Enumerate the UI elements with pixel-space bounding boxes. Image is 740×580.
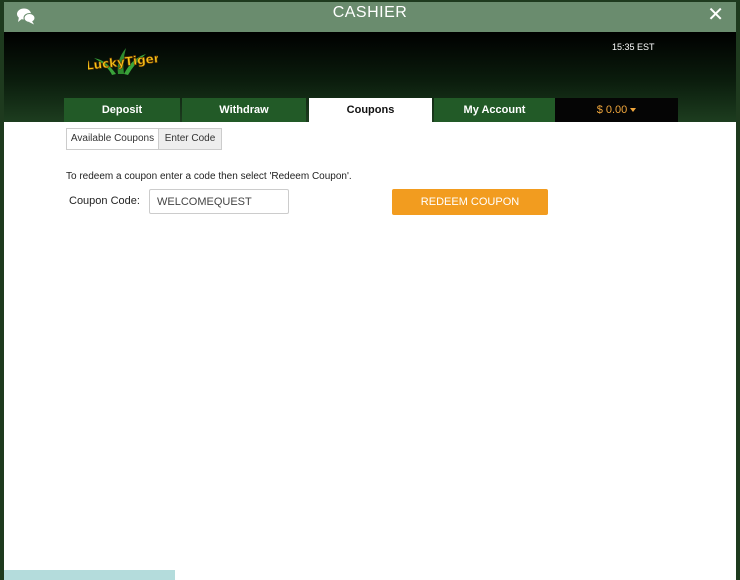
coupon-code-label: Coupon Code: (69, 195, 140, 207)
lucky-tiger-logo: LuckyTiger (88, 48, 158, 75)
clock: 15:35 EST (612, 42, 655, 52)
coupon-code-input[interactable] (149, 189, 289, 214)
close-icon[interactable]: ✕ (707, 4, 724, 26)
balance-amount: $ 0.00 (596, 104, 628, 116)
tab-coupons[interactable]: Coupons (309, 98, 432, 122)
bottom-panel-strip (4, 570, 175, 580)
caret-down-icon (630, 108, 637, 113)
subtab-enter-code[interactable]: Enter Code (158, 128, 222, 150)
title-bar: CASHIER ✕ (4, 2, 736, 32)
window-title: CASHIER (332, 4, 408, 21)
balance-dropdown[interactable]: $ 0.00 (555, 98, 678, 122)
tab-deposit[interactable]: Deposit (64, 98, 180, 122)
subtab-available-coupons[interactable]: Available Coupons (66, 128, 159, 150)
redeem-instruction: To redeem a coupon enter a code then sel… (66, 171, 352, 182)
redeem-coupon-button[interactable]: REDEEM COUPON (392, 189, 548, 215)
cashier-header: LuckyTiger 15:35 EST Deposit Withdraw Co… (4, 32, 736, 122)
cashier-window: CASHIER ✕ LuckyTiger 15:35 EST Deposit W… (4, 2, 736, 580)
tab-my-account[interactable]: My Account (434, 98, 555, 122)
tab-withdraw[interactable]: Withdraw (182, 98, 306, 122)
